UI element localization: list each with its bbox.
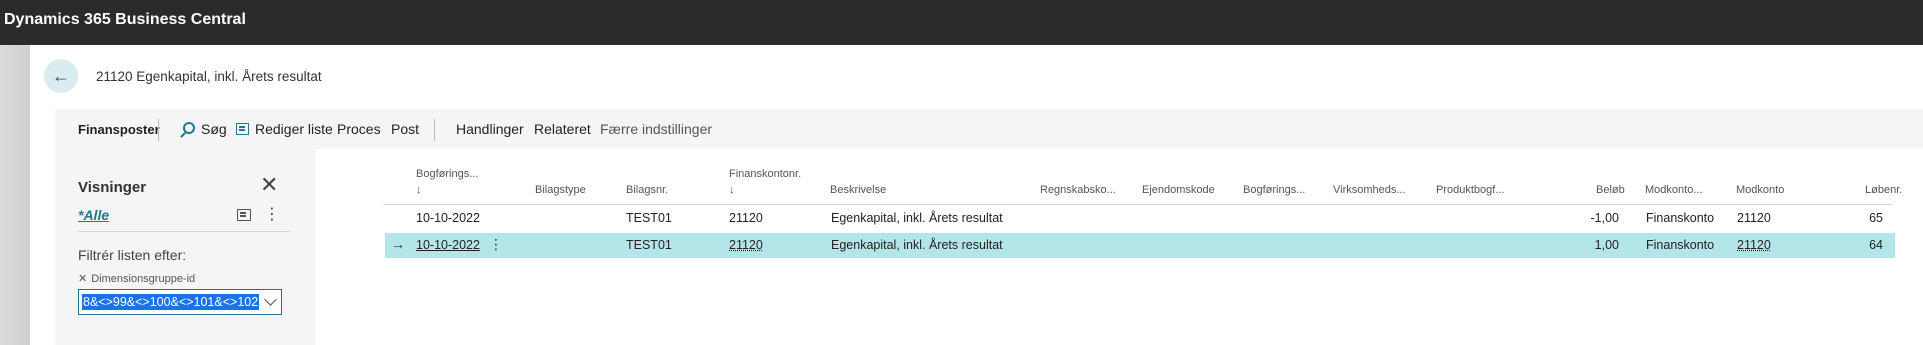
cell-description: Egenkapital, inkl. Årets resultat xyxy=(831,211,1003,225)
close-icon[interactable]: ✕ xyxy=(260,174,278,196)
cell-description: Egenkapital, inkl. Årets resultat xyxy=(831,238,1003,252)
cell-bal-account[interactable]: 21120 xyxy=(1737,238,1771,252)
actions-menu[interactable]: Handlinger xyxy=(456,121,524,137)
cell-entry-no: 65 xyxy=(1869,211,1883,225)
table-row[interactable]: 10-10-2022 TEST01 21120 Egenkapital, ink… xyxy=(385,206,1895,231)
left-edge xyxy=(0,45,30,345)
col-account-code[interactable]: Regnskabsko... xyxy=(1040,182,1116,198)
views-title: Visninger xyxy=(78,179,147,196)
col-business[interactable]: Virksomheds... xyxy=(1333,182,1406,198)
search-label: Søg xyxy=(201,121,227,137)
col-product[interactable]: Produktbogf... xyxy=(1436,182,1505,198)
view-all-link[interactable]: *Alle xyxy=(78,207,109,223)
fewer-options-button[interactable]: Færre indstillinger xyxy=(600,121,712,137)
action-bar: Finansposter Søg Rediger liste Proces Po… xyxy=(55,109,1923,149)
col-posting-date-label: Bogførings... xyxy=(416,168,479,180)
cell-account-no: 21120 xyxy=(729,211,763,225)
remove-filter-icon[interactable]: ✕ xyxy=(78,273,87,285)
page-container: ← 21120 Egenkapital, inkl. Årets resulta… xyxy=(30,45,1923,345)
page-name: Finansposter xyxy=(78,122,160,137)
search-icon xyxy=(183,122,195,134)
col-amount[interactable]: Beløb xyxy=(1596,182,1625,198)
app-header: Dynamics 365 Business Central xyxy=(0,0,1923,45)
filter-field-label: ✕ Dimensionsgruppe-id xyxy=(78,272,195,285)
row-more-icon[interactable]: ⋮ xyxy=(489,236,503,253)
cell-bal-type: Finanskonto xyxy=(1646,211,1715,225)
col-posting-date[interactable]: Bogførings... ↓ xyxy=(416,166,478,198)
app-title: Dynamics 365 Business Central xyxy=(4,11,246,28)
arrow-left-icon: ← xyxy=(52,65,70,86)
process-menu[interactable]: Proces xyxy=(337,121,381,137)
cell-amount: -1,00 xyxy=(1590,211,1620,225)
table-row-selected[interactable]: → 10-10-2022 ⋮ TEST01 21120 Egenkapital,… xyxy=(385,233,1895,258)
col-entry-no[interactable]: Løbenr. xyxy=(1865,182,1902,198)
edit-view-icon[interactable] xyxy=(237,209,251,221)
col-account-no[interactable]: Finanskontonr. ↓ xyxy=(729,166,801,198)
post-menu[interactable]: Post xyxy=(391,121,419,137)
col-posting-group[interactable]: Bogførings... xyxy=(1243,182,1305,198)
separator xyxy=(434,119,435,141)
filter-list-label: Filtrér listen efter: xyxy=(78,247,187,263)
edit-list-button[interactable]: Rediger liste xyxy=(236,121,333,137)
back-button[interactable]: ← xyxy=(44,59,78,93)
col-description[interactable]: Beskrivelse xyxy=(830,182,886,198)
filter-value-text: 8&<>99&<>100&<>101&<>102 xyxy=(82,294,260,310)
col-property-code[interactable]: Ejendomskode xyxy=(1142,182,1215,198)
filter-value-input[interactable]: 8&<>99&<>100&<>101&<>102 xyxy=(78,289,282,315)
page-title: 21120 Egenkapital, inkl. Årets resultat xyxy=(96,69,322,84)
cell-doc-no: TEST01 xyxy=(626,238,672,252)
search-button[interactable]: Søg xyxy=(183,121,227,137)
more-options-icon[interactable]: ⋮ xyxy=(264,204,280,224)
cell-bal-account: 21120 xyxy=(1737,211,1771,225)
divider xyxy=(78,231,290,232)
header-divider xyxy=(383,204,1893,205)
chevron-down-icon[interactable] xyxy=(264,293,277,306)
filter-pane: Visninger ✕ *Alle ⋮ Filtrér listen efter… xyxy=(55,149,315,345)
edit-list-label: Rediger liste xyxy=(255,121,333,137)
separator xyxy=(158,119,159,141)
cell-entry-no: 64 xyxy=(1869,238,1883,252)
cell-posting-date: 10-10-2022 xyxy=(416,211,480,225)
col-bal-account[interactable]: Modkonto xyxy=(1736,182,1784,198)
filter-field-name: Dimensionsgruppe-id xyxy=(91,273,196,285)
sort-arrow-icon: ↓ xyxy=(416,184,422,196)
related-menu[interactable]: Relateret xyxy=(534,121,591,137)
col-bal-type[interactable]: Modkonto... xyxy=(1645,182,1702,198)
cell-account-no[interactable]: 21120 xyxy=(729,238,763,252)
col-doc-type[interactable]: Bilagstype xyxy=(535,182,586,198)
cell-posting-date[interactable]: 10-10-2022 xyxy=(416,238,480,252)
edit-list-icon xyxy=(236,123,249,135)
sort-arrow-icon: ↓ xyxy=(729,184,735,196)
cell-doc-no: TEST01 xyxy=(626,211,672,225)
cell-amount: 1,00 xyxy=(1594,238,1619,252)
cell-bal-type: Finanskonto xyxy=(1646,238,1715,252)
col-account-no-label: Finanskontonr. xyxy=(729,168,802,180)
col-doc-no[interactable]: Bilagsnr. xyxy=(626,182,668,198)
arrow-right-icon: → xyxy=(391,236,405,252)
